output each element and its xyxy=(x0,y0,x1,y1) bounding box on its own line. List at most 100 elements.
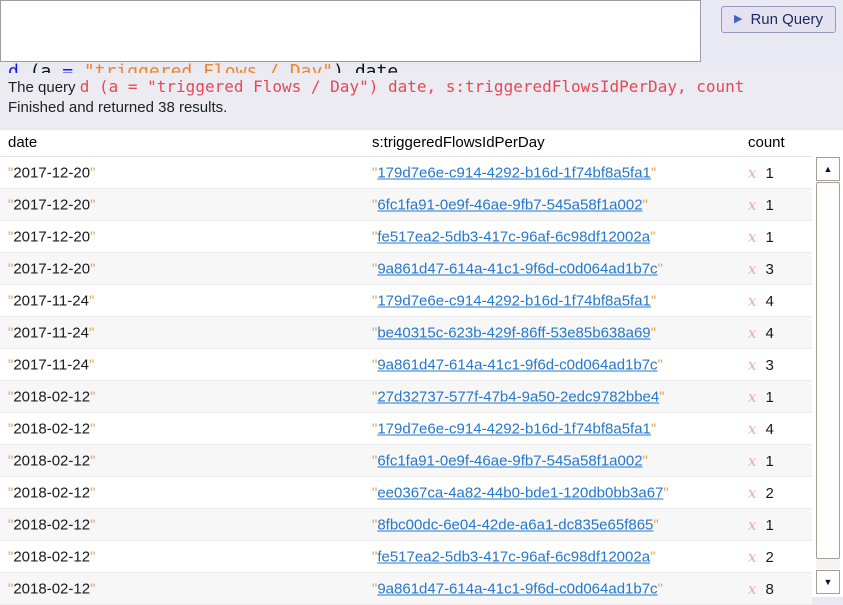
quote-mark: " xyxy=(658,260,663,277)
count-value: 2 xyxy=(765,485,773,502)
count-value: 3 xyxy=(765,357,773,374)
column-header-flow-id: s:triggeredFlowsIdPerDay xyxy=(372,134,545,151)
date-value: 2017-12-20 xyxy=(13,196,90,213)
count-cell: x4 xyxy=(748,324,774,342)
status-prefix: The query xyxy=(8,79,80,96)
quote-mark: " xyxy=(651,164,656,181)
quote-mark: " xyxy=(90,260,95,277)
status-panel: The query d (a = "triggered Flows / Day"… xyxy=(0,73,843,128)
flow-id-link[interactable]: 8fbc00dc-6e04-42de-a6a1-dc835e65f865 xyxy=(377,516,653,533)
date-cell: "2018-02-12" xyxy=(8,516,95,533)
flow-id-link[interactable]: 27d32737-577f-47b4-9a50-2edc9782bbe4 xyxy=(377,388,659,405)
date-value: 2017-11-24 xyxy=(13,324,89,341)
run-query-button[interactable]: ▶ Run Query xyxy=(721,6,836,33)
flow-id-link[interactable]: fe517ea2-5db3-417c-96af-6c98df12002a xyxy=(377,548,650,565)
flow-id-cell: "179d7e6e-c914-4292-b16d-1f74bf8a5fa1" xyxy=(372,420,656,437)
table-row: "2017-11-24""179d7e6e-c914-4292-b16d-1f7… xyxy=(0,285,812,317)
date-value: 2017-11-24 xyxy=(13,292,89,309)
results-table: date s:triggeredFlowsIdPerDay count "201… xyxy=(0,130,843,597)
date-cell: "2017-11-24" xyxy=(8,324,94,341)
flow-id-cell: "9a861d47-614a-41c1-9f6d-c0d064ad1b7c" xyxy=(372,356,663,373)
flow-id-link[interactable]: 9a861d47-614a-41c1-9f6d-c0d064ad1b7c xyxy=(377,260,657,277)
table-row: "2018-02-12""179d7e6e-c914-4292-b16d-1f7… xyxy=(0,413,812,445)
count-cell: x2 xyxy=(748,548,774,566)
scroll-down-button[interactable]: ▼ xyxy=(816,570,840,594)
count-value: 1 xyxy=(765,229,773,246)
table-row: "2017-11-24""9a861d47-614a-41c1-9f6d-c0d… xyxy=(0,349,812,381)
table-row: "2018-02-12""fe517ea2-5db3-417c-96af-6c9… xyxy=(0,541,812,573)
numeric-type-icon: x xyxy=(748,260,756,278)
flow-id-link[interactable]: ee0367ca-4a82-44b0-bde1-120db0bb3a67 xyxy=(377,484,663,501)
quote-mark: " xyxy=(90,548,95,565)
count-cell: x4 xyxy=(748,292,774,310)
flow-id-cell: "fe517ea2-5db3-417c-96af-6c98df12002a" xyxy=(372,548,655,565)
query-editor[interactable]: d (a = "triggered Flows / Day") date, s:… xyxy=(0,0,701,62)
numeric-type-icon: x xyxy=(748,228,756,246)
table-row: "2017-12-20""6fc1fa91-0e9f-46ae-9fb7-545… xyxy=(0,189,812,221)
count-value: 1 xyxy=(765,165,773,182)
flow-id-cell: "6fc1fa91-0e9f-46ae-9fb7-545a58f1a002" xyxy=(372,452,648,469)
play-icon: ▶ xyxy=(734,14,742,25)
date-value: 2018-02-12 xyxy=(13,420,90,437)
date-value: 2017-12-20 xyxy=(13,228,90,245)
scrollbar[interactable]: ▲ ▼ xyxy=(816,157,840,594)
table-row: "2017-12-20" "179d7e6e-c914-4292-b16d-1f7… xyxy=(0,157,812,189)
flow-id-link[interactable]: 6fc1fa91-0e9f-46ae-9fb7-545a58f1a002 xyxy=(377,196,642,213)
date-value: 2018-02-12 xyxy=(13,580,90,597)
flow-id-link[interactable]: 179d7e6e-c914-4292-b16d-1f74bf8a5fa1 xyxy=(377,420,651,437)
count-value: 8 xyxy=(765,581,773,598)
results-rows: "2017-12-20""179d7e6e-c914-4292-b16d-1f7… xyxy=(0,157,812,605)
count-value: 4 xyxy=(765,325,773,342)
scroll-up-button[interactable]: ▲ xyxy=(816,157,840,181)
quote-mark: " xyxy=(650,228,655,245)
count-value: 1 xyxy=(765,197,773,214)
date-cell: "2018-02-12" xyxy=(8,548,95,565)
date-cell: "2018-02-12" xyxy=(8,484,95,501)
count-value: 4 xyxy=(765,293,773,310)
flow-id-cell: "8fbc00dc-6e04-42de-a6a1-dc835e65f865" xyxy=(372,516,659,533)
quote-mark: " xyxy=(89,292,94,309)
quote-mark: " xyxy=(651,420,656,437)
count-cell: x1 xyxy=(748,196,774,214)
flow-id-cell: "179d7e6e-c914-4292-b16d-1f74bf8a5fa1" xyxy=(372,292,656,309)
count-cell: x1 xyxy=(748,452,774,470)
count-value: 1 xyxy=(765,517,773,534)
table-row: "2017-11-24" "be40315c-623b-429f-86ff-53e… xyxy=(0,317,812,349)
column-header-date: date xyxy=(8,134,37,151)
flow-id-link[interactable]: fe517ea2-5db3-417c-96af-6c98df12002a xyxy=(377,228,650,245)
date-cell: "2018-02-12" xyxy=(8,580,95,597)
quote-mark: " xyxy=(90,452,95,469)
quote-mark: " xyxy=(643,452,648,469)
numeric-type-icon: x xyxy=(748,516,756,534)
table-row: "2017-12-20""9a861d47-614a-41c1-9f6d-c0d… xyxy=(0,253,812,285)
flow-id-cell: "6fc1fa91-0e9f-46ae-9fb7-545a58f1a002" xyxy=(372,196,648,213)
flow-id-cell: "9a861d47-614a-41c1-9f6d-c0d064ad1b7c" xyxy=(372,260,663,277)
quote-mark: " xyxy=(643,196,648,213)
table-row: "2018-02-12""6fc1fa91-0e9f-46ae-9fb7-545… xyxy=(0,445,812,477)
numeric-type-icon: x xyxy=(748,388,756,406)
numeric-type-icon: x xyxy=(748,452,756,470)
date-cell: "2017-11-24" xyxy=(8,292,94,309)
count-cell: x1 xyxy=(748,388,774,406)
quote-mark: " xyxy=(651,292,656,309)
date-cell: "2017-12-20" xyxy=(8,164,95,181)
scrollbar-thumb[interactable] xyxy=(816,182,840,559)
flow-id-link[interactable]: 179d7e6e-c914-4292-b16d-1f74bf8a5fa1 xyxy=(377,164,651,181)
quote-mark: " xyxy=(651,324,656,341)
numeric-type-icon: x xyxy=(748,484,756,502)
flow-id-link[interactable]: 9a861d47-614a-41c1-9f6d-c0d064ad1b7c xyxy=(377,356,657,373)
table-header-row: date s:triggeredFlowsIdPerDay count xyxy=(0,130,843,157)
count-cell: x3 xyxy=(748,260,774,278)
date-cell: "2017-12-20" xyxy=(8,260,95,277)
scrollbar-track[interactable] xyxy=(816,182,840,569)
date-value: 2018-02-12 xyxy=(13,388,90,405)
flow-id-link[interactable]: 6fc1fa91-0e9f-46ae-9fb7-545a58f1a002 xyxy=(377,452,642,469)
table-row: "2018-02-12""ee0367ca-4a82-44b0-bde1-120… xyxy=(0,477,812,509)
flow-id-cell: "27d32737-577f-47b4-9a50-2edc9782bbe4" xyxy=(372,388,665,405)
count-cell: x2 xyxy=(748,484,774,502)
flow-id-link[interactable]: 179d7e6e-c914-4292-b16d-1f74bf8a5fa1 xyxy=(377,292,651,309)
flow-id-link[interactable]: be40315c-623b-429f-86ff-53e85b638a69 xyxy=(377,324,650,341)
count-value: 2 xyxy=(765,549,773,566)
quote-mark: " xyxy=(90,196,95,213)
flow-id-link[interactable]: 9a861d47-614a-41c1-9f6d-c0d064ad1b7c xyxy=(377,580,657,597)
